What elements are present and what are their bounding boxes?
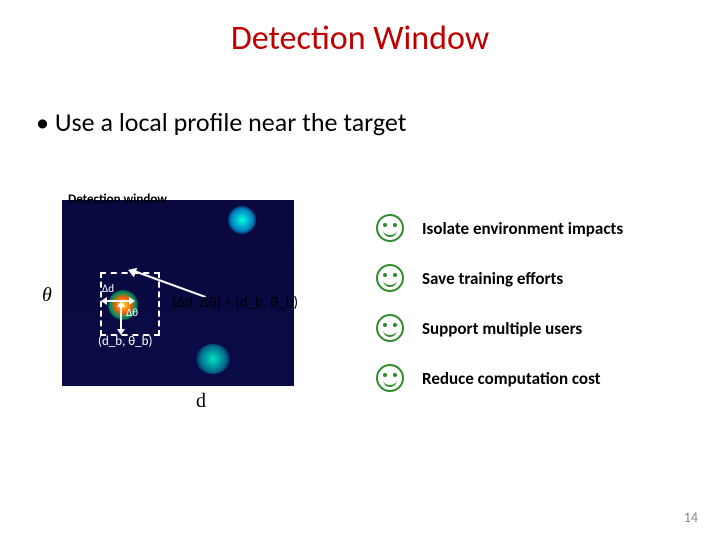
benefit-text: Isolate environment impacts: [422, 218, 623, 239]
smiley-icon: [376, 264, 404, 292]
delta-combo-label: (Δd, Δθ) + (d_b, θ_b): [172, 294, 298, 312]
axis-y-label: θ: [42, 284, 52, 307]
benefit-item: Isolate environment impacts: [376, 214, 623, 242]
benefit-text: Save training efforts: [422, 268, 563, 289]
smiley-icon: [376, 314, 404, 342]
delta-theta-label: Δθ: [126, 306, 138, 319]
smiley-icon: [376, 214, 404, 242]
benefit-item: Reduce computation cost: [376, 364, 623, 392]
benefit-text: Support multiple users: [422, 318, 582, 339]
heat-blob: [228, 206, 256, 234]
figure-detection-window: Δd Δθ (d_b, θ_b) Detection window (Δd, Δ…: [62, 200, 322, 420]
axis-x-label: d: [196, 390, 206, 413]
page-number: 14: [684, 509, 698, 526]
plot-area: Δd Δθ (d_b, θ_b): [62, 200, 294, 386]
detection-window-label: Detection window: [68, 192, 167, 207]
benefit-item: Support multiple users: [376, 314, 623, 342]
base-point-label: (d_b, θ_b): [98, 334, 152, 349]
benefits-list: Isolate environment impacts Save trainin…: [376, 214, 623, 414]
main-bullet: Use a local profile near the target: [36, 106, 406, 138]
delta-theta-arrow: [120, 306, 122, 330]
smiley-icon: [376, 364, 404, 392]
heat-blob: [196, 344, 230, 374]
slide-title: Detection Window: [0, 18, 720, 59]
delta-d-label: Δd: [102, 282, 114, 295]
benefit-item: Save training efforts: [376, 264, 623, 292]
benefit-text: Reduce computation cost: [422, 368, 601, 389]
